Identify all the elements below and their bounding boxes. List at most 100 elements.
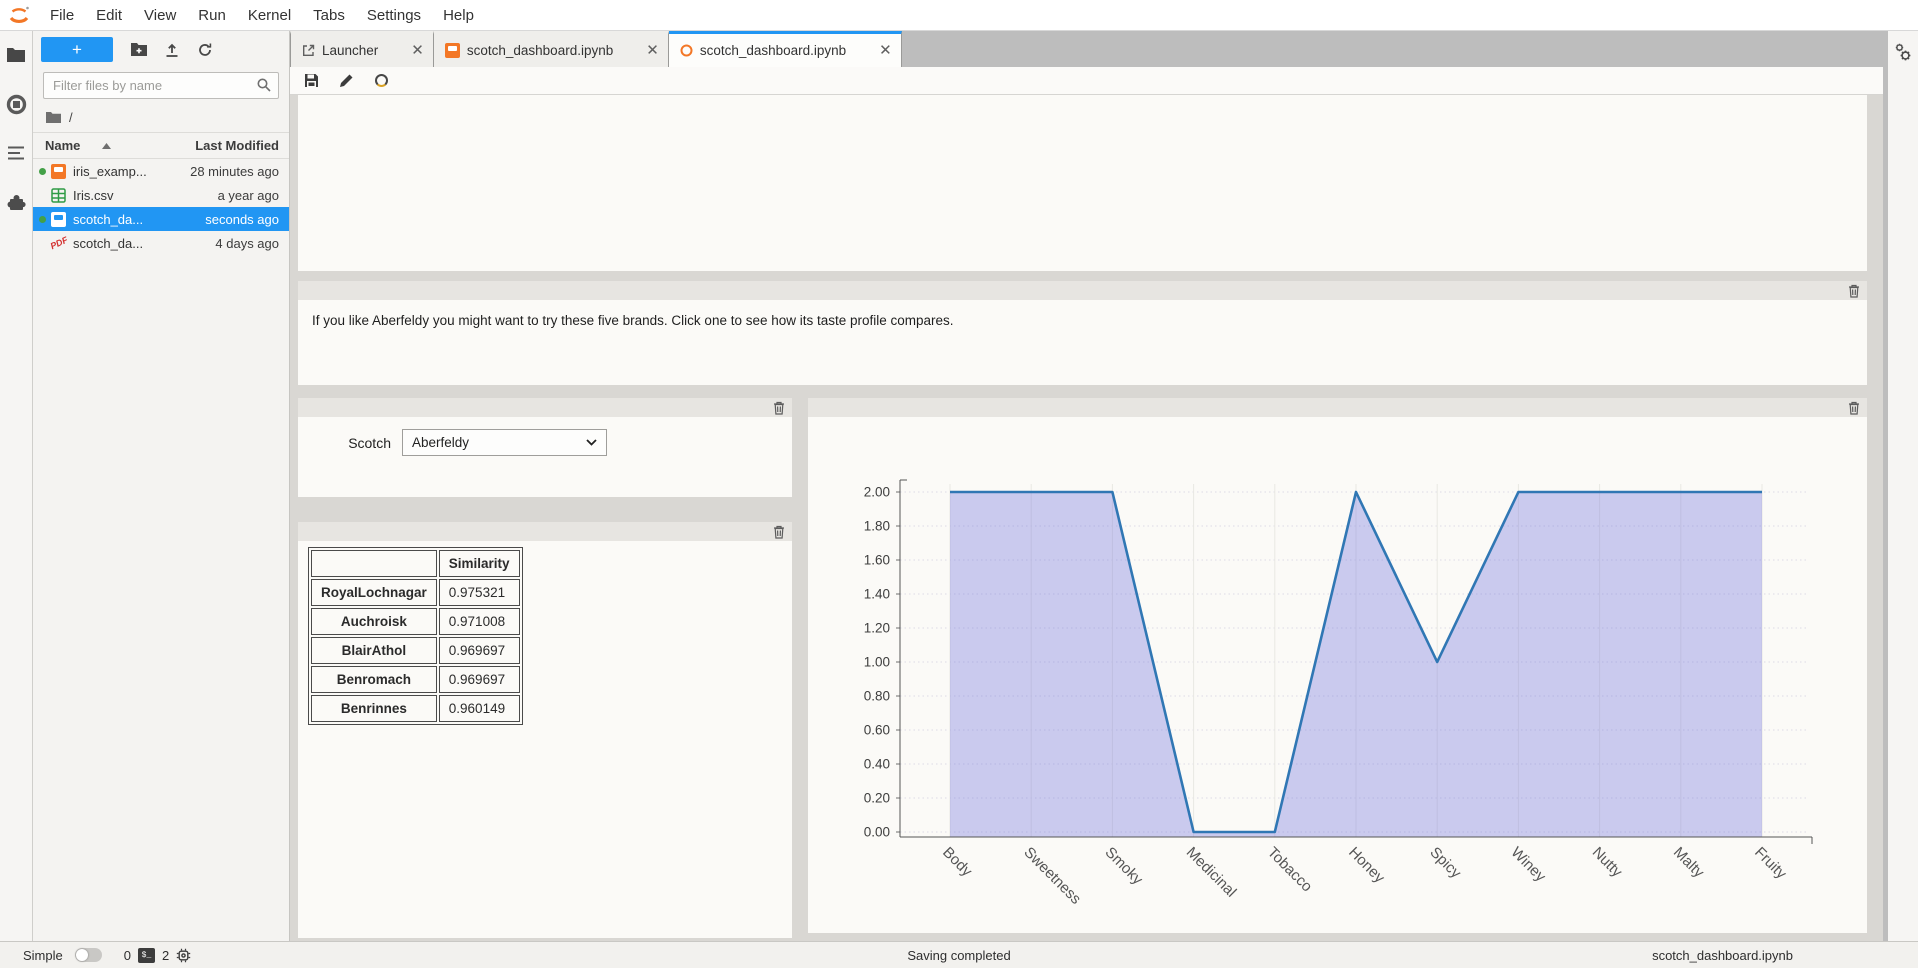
running-kernel-dot <box>39 216 46 223</box>
svg-text:Spicy: Spicy <box>1426 844 1464 882</box>
trash-icon[interactable] <box>1848 284 1860 298</box>
upload-icon[interactable] <box>160 38 184 62</box>
markdown-cell: If you like Aberfeldy you might want to … <box>298 281 1867 385</box>
status-message: Saving completed <box>907 948 1010 963</box>
svg-text:Malty: Malty <box>1670 844 1708 882</box>
svg-text:0.20: 0.20 <box>864 791 890 806</box>
svg-text:Tobacco: Tobacco <box>1264 844 1316 896</box>
breadcrumb[interactable]: / <box>33 105 289 132</box>
svg-text:0.60: 0.60 <box>864 723 890 738</box>
file-row-iris-example[interactable]: iris_examp... 28 minutes ago <box>33 159 289 183</box>
status-bar: Simple 0 $_ 2 Saving completed scotch_da… <box>0 941 1918 968</box>
table-row[interactable]: RoyalLochnagar 0.975321 <box>311 579 520 606</box>
property-inspector-gears-icon[interactable] <box>1892 42 1914 64</box>
file-browser-icon[interactable] <box>5 44 27 66</box>
save-icon[interactable] <box>302 72 320 90</box>
left-activity-bar <box>0 31 33 941</box>
close-icon[interactable]: ✕ <box>411 43 424 58</box>
edit-mode-pencil-icon[interactable] <box>337 72 355 90</box>
menu-run[interactable]: Run <box>187 7 237 24</box>
table-row[interactable]: Benrinnes 0.960149 <box>311 695 520 722</box>
sort-ascending-icon <box>102 143 111 149</box>
status-filename: scotch_dashboard.ipynb <box>1652 948 1793 963</box>
pdf-file-icon: PDF <box>50 238 67 248</box>
home-folder-icon <box>45 111 62 124</box>
table-row[interactable]: Auchroisk 0.971008 <box>311 608 520 635</box>
table-row[interactable]: Benromach 0.969697 <box>311 666 520 693</box>
notebook-file-icon <box>50 164 67 179</box>
file-row-iris-csv[interactable]: Iris.csv a year ago <box>33 183 289 207</box>
csv-file-icon <box>50 188 67 203</box>
trash-icon[interactable] <box>773 401 785 415</box>
taste-profile-chart[interactable]: 0.000.200.400.600.801.001.201.401.601.80… <box>808 417 1867 933</box>
blank-header-cell <box>311 550 437 577</box>
tab-scotch-dashboard-1[interactable]: scotch_dashboard.ipynb ✕ <box>434 31 669 67</box>
empty-cell <box>298 95 1867 271</box>
column-last-modified[interactable]: Last Modified <box>195 138 279 153</box>
tab-bar: Launcher ✕ scotch_dashboard.ipynb ✕ scot… <box>290 31 1883 67</box>
notebook-icon <box>445 43 460 58</box>
svg-text:0.00: 0.00 <box>864 825 890 840</box>
menu-view[interactable]: View <box>133 7 187 24</box>
svg-text:Medicinal: Medicinal <box>1183 844 1240 901</box>
file-row-scotch-notebook[interactable]: scotch_da... seconds ago <box>33 207 289 231</box>
dashboard-area: If you like Aberfeldy you might want to … <box>290 95 1883 941</box>
menu-settings[interactable]: Settings <box>356 7 432 24</box>
close-icon[interactable]: ✕ <box>646 43 659 58</box>
cell-header <box>298 522 792 541</box>
svg-text:Smoky: Smoky <box>1102 844 1147 889</box>
svg-text:Nutty: Nutty <box>1589 844 1626 881</box>
svg-text:1.00: 1.00 <box>864 655 890 670</box>
trash-icon[interactable] <box>773 525 785 539</box>
svg-text:1.80: 1.80 <box>864 519 890 534</box>
svg-text:0.80: 0.80 <box>864 689 890 704</box>
menu-file[interactable]: File <box>39 7 85 24</box>
svg-text:0.40: 0.40 <box>864 757 890 772</box>
column-name[interactable]: Name <box>45 138 195 153</box>
tab-scotch-dashboard-2[interactable]: scotch_dashboard.ipynb ✕ <box>669 31 902 67</box>
svg-text:Honey: Honey <box>1345 844 1388 887</box>
notebook-file-icon <box>50 212 67 227</box>
svg-text:Winey: Winey <box>1508 844 1550 886</box>
cell-header <box>298 281 1867 300</box>
menu-help[interactable]: Help <box>432 7 485 24</box>
kernel-status-icon[interactable] <box>372 72 390 90</box>
menu-kernel[interactable]: Kernel <box>237 7 302 24</box>
chevron-down-icon <box>586 439 597 446</box>
svg-text:2.00: 2.00 <box>864 485 890 500</box>
svg-text:1.40: 1.40 <box>864 587 890 602</box>
svg-text:Body: Body <box>939 844 976 881</box>
menu-edit[interactable]: Edit <box>85 7 133 24</box>
table-header-row: Similarity <box>311 550 520 577</box>
menu-tabs[interactable]: Tabs <box>302 7 356 24</box>
close-icon[interactable]: ✕ <box>879 43 892 58</box>
no-kernel-dot <box>39 240 46 247</box>
filter-files-input[interactable] <box>43 72 279 99</box>
similarity-table-cell: Similarity RoyalLochnagar 0.975321 Auchr… <box>298 522 792 938</box>
scotch-label: Scotch <box>343 435 391 451</box>
markdown-text: If you like Aberfeldy you might want to … <box>298 300 1867 341</box>
taste-profile-chart-cell: 0.000.200.400.600.801.001.201.401.601.80… <box>808 398 1867 933</box>
new-launcher-button[interactable]: + <box>41 37 113 62</box>
similarity-header-cell: Similarity <box>439 550 520 577</box>
table-of-contents-icon[interactable] <box>5 142 27 164</box>
extension-manager-icon[interactable] <box>5 191 27 213</box>
tab-launcher[interactable]: Launcher ✕ <box>290 31 434 67</box>
scotch-select[interactable]: Aberfeldy <box>402 429 607 456</box>
scotch-selector-cell: Scotch Aberfeldy <box>298 398 792 497</box>
file-browser-panel: + / Name Last Modified <box>33 31 290 941</box>
trash-icon[interactable] <box>1848 401 1860 415</box>
svg-text:1.20: 1.20 <box>864 621 890 636</box>
notebook-toolbar <box>290 67 1883 95</box>
similarity-table: Similarity RoyalLochnagar 0.975321 Auchr… <box>308 547 523 725</box>
refresh-icon[interactable] <box>193 38 217 62</box>
svg-text:Sweetness: Sweetness <box>1020 844 1084 908</box>
new-folder-icon[interactable] <box>127 38 151 62</box>
file-list-header: Name Last Modified <box>33 132 289 159</box>
cell-header <box>808 398 1867 417</box>
breadcrumb-root[interactable]: / <box>69 110 73 125</box>
table-row[interactable]: BlairAthol 0.969697 <box>311 637 520 664</box>
running-sessions-icon[interactable] <box>5 93 27 115</box>
right-activity-bar <box>1883 31 1918 941</box>
file-row-scotch-pdf[interactable]: PDF scotch_da... 4 days ago <box>33 231 289 255</box>
